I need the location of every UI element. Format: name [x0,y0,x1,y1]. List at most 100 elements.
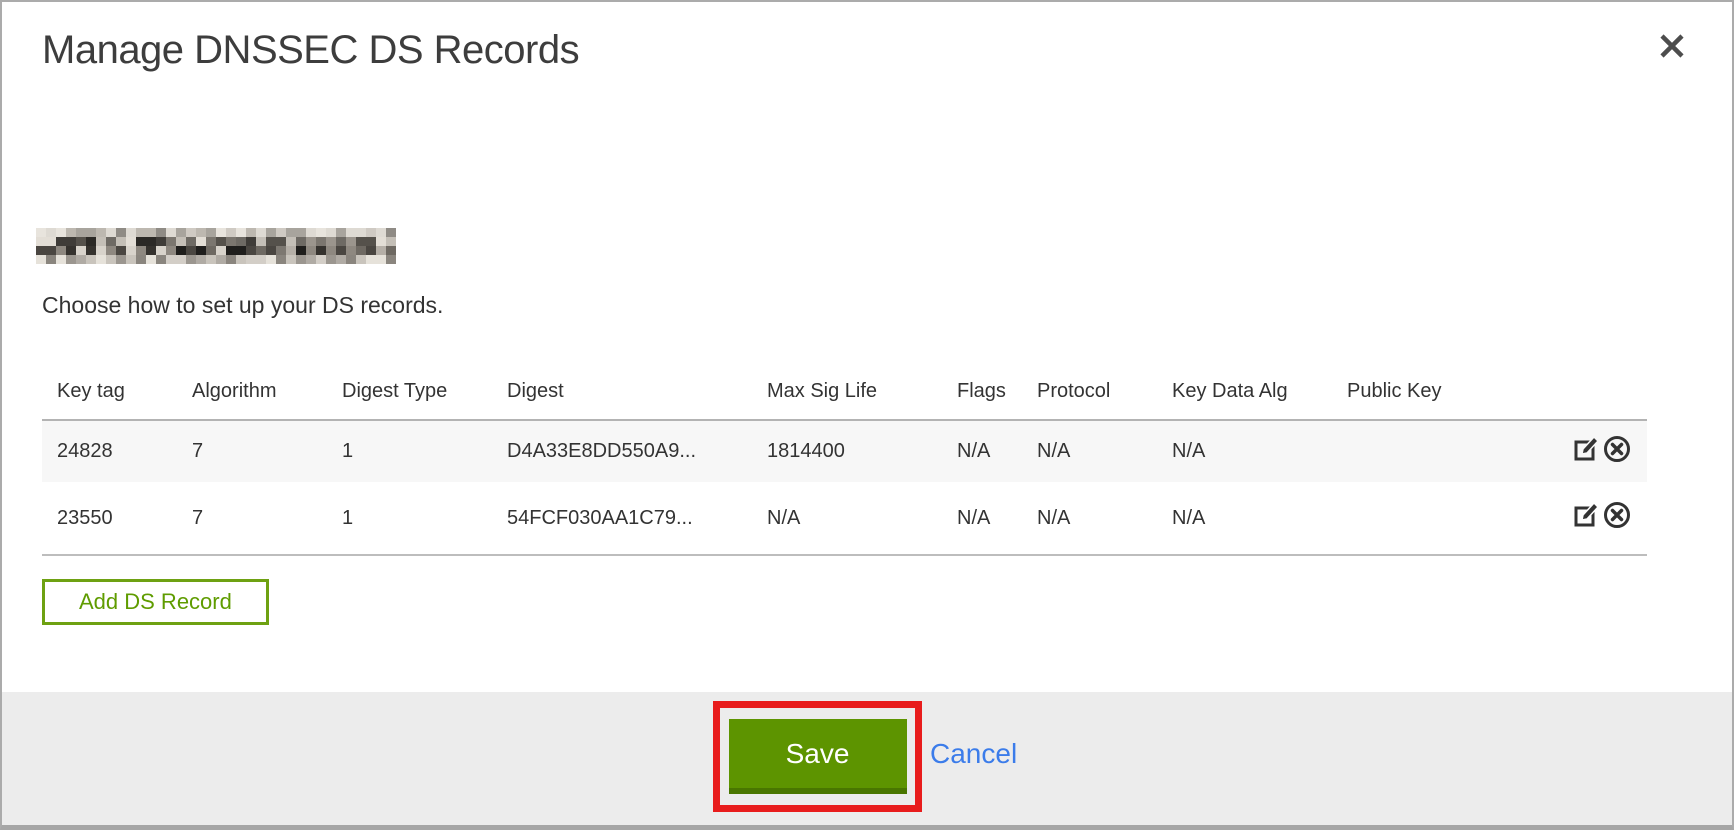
redacted-pixel-block [76,228,86,237]
redacted-pixel-block [216,246,226,255]
redacted-pixel-block [316,255,326,264]
redacted-pixel-block [36,255,46,264]
cell-algorithm: 7 [177,420,327,482]
column-header-algorithm: Algorithm [177,364,327,420]
redacted-pixel-block [186,237,196,246]
redacted-pixel-block [346,237,356,246]
redacted-pixel-block [356,237,366,246]
redacted-pixel-block [66,255,76,264]
delete-record-icon[interactable] [1602,500,1632,536]
redacted-pixel-block [386,228,396,237]
redacted-pixel-block [306,237,316,246]
column-header-digest: Digest [492,364,752,420]
redacted-pixel-block [346,228,356,237]
redacted-pixel-block [236,255,246,264]
redacted-pixel-block [206,255,216,264]
redacted-pixel-block [86,237,96,246]
cell-public-key [1332,420,1572,482]
redacted-pixel-block [236,237,246,246]
redacted-pixel-block [316,228,326,237]
redacted-pixel-block [216,255,226,264]
redacted-pixel-block [246,228,256,237]
redacted-pixel-block [146,246,156,255]
cell-key-tag: 24828 [42,420,177,482]
edit-record-icon[interactable] [1572,500,1602,536]
add-ds-record-button[interactable]: Add DS Record [42,579,269,625]
redacted-pixel-block [316,246,326,255]
redacted-pixel-block [136,228,146,237]
save-button[interactable]: Save [729,719,907,794]
redacted-pixel-block [286,237,296,246]
redacted-pixel-block [186,228,196,237]
redacted-pixel-block [166,228,176,237]
redacted-pixel-block [186,255,196,264]
edit-record-icon[interactable] [1572,434,1602,470]
redacted-pixel-block [146,237,156,246]
redacted-pixel-block [386,246,396,255]
redacted-pixel-block [276,228,286,237]
redacted-pixel-block [326,246,336,255]
column-header-public-key: Public Key [1332,364,1572,420]
redacted-pixel-block [96,228,106,237]
redacted-pixel-block [46,228,56,237]
redacted-pixel-block [366,246,376,255]
redacted-pixel-block [366,255,376,264]
redacted-pixel-block [326,255,336,264]
cell-public-key [1332,482,1572,555]
delete-record-icon[interactable] [1602,434,1632,470]
redacted-pixel-block [286,246,296,255]
redacted-pixel-block [196,237,206,246]
redacted-pixel-block [86,228,96,237]
redacted-pixel-block [146,255,156,264]
redacted-pixel-block [256,255,266,264]
redacted-pixel-block [226,228,236,237]
redacted-pixel-block [156,228,166,237]
redacted-pixel-block [376,228,386,237]
redacted-pixel-block [176,255,186,264]
redacted-pixel-block [286,228,296,237]
redacted-pixel-block [226,246,236,255]
column-header-key-data-alg: Key Data Alg [1157,364,1332,420]
redacted-pixel-block [306,246,316,255]
redacted-pixel-block [226,255,236,264]
redacted-pixel-block [336,246,346,255]
redacted-pixel-block [106,255,116,264]
redacted-pixel-block [96,237,106,246]
redacted-pixel-block [376,246,386,255]
redacted-pixel-block [126,255,136,264]
cell-flags: N/A [942,482,1022,555]
redacted-pixel-block [36,228,46,237]
redacted-pixel-block [266,237,276,246]
cell-algorithm: 7 [177,482,327,555]
cell-flags: N/A [942,420,1022,482]
redacted-pixel-block [346,255,356,264]
redacted-domain-name [36,228,396,264]
redacted-pixel-block [326,237,336,246]
redacted-pixel-block [126,237,136,246]
redacted-pixel-block [196,255,206,264]
redacted-pixel-block [336,237,346,246]
column-header-flags: Flags [942,364,1022,420]
redacted-pixel-block [56,255,66,264]
redacted-pixel-block [366,237,376,246]
column-header-key-tag: Key tag [42,364,177,420]
redacted-pixel-block [86,246,96,255]
close-icon[interactable] [1652,26,1692,66]
redacted-pixel-block [46,237,56,246]
redacted-pixel-block [76,237,86,246]
redacted-pixel-block [136,246,146,255]
redacted-pixel-block [176,237,186,246]
cell-key-data-alg: N/A [1157,420,1332,482]
redacted-pixel-block [126,246,136,255]
cancel-link[interactable]: Cancel [930,738,1017,770]
redacted-pixel-block [36,246,46,255]
redacted-pixel-block [66,237,76,246]
redacted-pixel-block [236,246,246,255]
redacted-pixel-block [256,246,266,255]
redacted-pixel-block [316,237,326,246]
redacted-pixel-block [256,237,266,246]
redacted-pixel-block [206,246,216,255]
redacted-pixel-block [96,246,106,255]
redacted-pixel-block [366,228,376,237]
redacted-pixel-block [56,237,66,246]
